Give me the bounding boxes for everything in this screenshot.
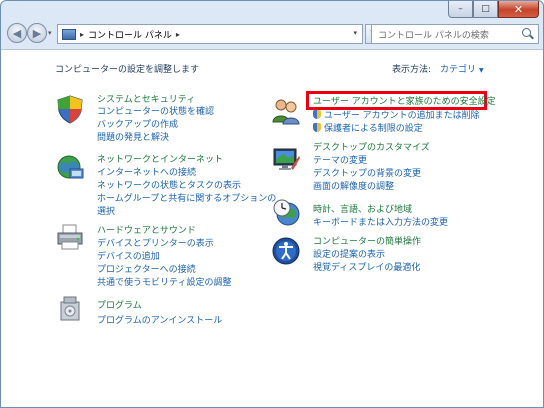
maximize-button[interactable]: □ (473, 1, 498, 18)
category-ease-of-access[interactable]: コンピューターの簡単操作 (313, 234, 421, 247)
monitor-icon[interactable] (271, 144, 301, 174)
search-icon[interactable] (521, 27, 535, 41)
category-clock-language-region[interactable]: 時計、言語、および地域 (313, 202, 412, 215)
arrow-right-icon: ▶ (32, 26, 42, 40)
uac-shield-icon (313, 110, 321, 119)
control-panel-icon (62, 28, 76, 40)
category-hardware-sound[interactable]: ハードウェアとサウンド (97, 223, 196, 236)
breadcrumb-separator-trailing[interactable]: ▸ (176, 30, 180, 39)
link-add-remove-accounts[interactable]: ユーザー アカウントの追加または削除 (313, 108, 480, 121)
link-optimize-display[interactable]: 視覚ディスプレイの最適化 (313, 260, 420, 273)
link-parental-controls[interactable]: 保護者による制限の設定 (313, 121, 423, 134)
view-by-dropdown[interactable]: カテゴリ ▼ (440, 62, 484, 75)
link-network-status[interactable]: ネットワークの状態とタスクの表示 (97, 178, 241, 191)
link-change-background[interactable]: デスクトップの背景の変更 (313, 166, 421, 179)
forward-button[interactable]: ▶ (27, 23, 47, 43)
page-heading: コンピューターの設定を調整します (55, 65, 200, 75)
category-network-internet[interactable]: ネットワークとインターネット (97, 152, 223, 165)
link-keyboard-input[interactable]: キーボードまたは入力方法の変更 (313, 215, 448, 228)
address-dropdown[interactable]: ▾ (353, 29, 357, 37)
link-homegroup-options-cont[interactable]: 選択 (97, 204, 115, 217)
link-devices-printers[interactable]: デバイスとプリンターの表示 (97, 236, 214, 249)
view-by-label: 表示方法: (392, 65, 432, 75)
category-programs[interactable]: プログラム (97, 298, 142, 311)
close-button[interactable]: ✕ (498, 1, 539, 18)
chevron-down-icon: ▼ (479, 67, 484, 74)
link-connect-internet[interactable]: インターネットへの接続 (97, 165, 196, 178)
search-input[interactable]: コントロール パネルの検索 (378, 28, 521, 41)
caption-buttons: – □ ✕ (448, 1, 539, 19)
link-add-device[interactable]: デバイスの追加 (97, 249, 160, 262)
link-connect-projector[interactable]: プロジェクターへの接続 (97, 262, 196, 275)
programs-box-icon[interactable] (55, 294, 85, 324)
globe-network-icon[interactable] (55, 153, 85, 183)
control-panel-window: – □ ✕ ◀ ▶ ▾ ▸ コントロール パネル ▸ ▾ ↻ コントロール パネ… (0, 0, 544, 408)
arrow-left-icon: ◀ (12, 26, 22, 40)
link-find-fix-problems[interactable]: 問題の発見と解決 (97, 130, 169, 143)
link-mobility-settings[interactable]: 共通で使うモビリティ設定の調整 (97, 275, 231, 288)
link-check-computer-status[interactable]: コンピューターの状態を確認 (97, 104, 214, 117)
minimize-button[interactable]: – (448, 1, 473, 18)
category-desktop-customize[interactable]: デスクトップのカスタマイズ (313, 140, 430, 153)
link-change-theme[interactable]: テーマの変更 (313, 153, 367, 166)
search-box[interactable]: コントロール パネルの検索 (371, 24, 539, 44)
address-bar[interactable]: ▸ コントロール パネル ▸ ▾ (57, 24, 363, 44)
users-icon[interactable] (271, 96, 301, 126)
uac-shield-icon (313, 123, 321, 132)
content-area: コンピューターの設定を調整します 表示方法: カテゴリ ▼ システムとセキュリティ… (1, 49, 543, 407)
printer-icon[interactable] (55, 222, 85, 252)
link-screen-resolution[interactable]: 画面の解像度の調整 (313, 179, 394, 192)
link-backup[interactable]: バックアップの作成 (97, 117, 178, 130)
ease-of-access-icon[interactable] (271, 236, 301, 266)
breadcrumb-separator[interactable]: ▸ (80, 30, 84, 39)
link-suggest-settings[interactable]: 設定の提案の表示 (313, 247, 385, 260)
breadcrumb-control-panel[interactable]: コントロール パネル (88, 28, 172, 41)
recent-pages-dropdown[interactable]: ▾ (48, 29, 52, 37)
back-button[interactable]: ◀ (7, 23, 27, 43)
link-uninstall-program[interactable]: プログラムのアンインストール (97, 313, 222, 326)
clock-globe-icon[interactable] (271, 197, 301, 227)
address-row: ◀ ▶ ▾ ▸ コントロール パネル ▸ ▾ ↻ コントロール パネルの検索 (1, 21, 543, 47)
category-user-accounts[interactable]: ユーザー アカウントと家族のための安全設定 (313, 94, 496, 107)
shield-icon[interactable] (55, 94, 85, 124)
link-homegroup-options[interactable]: ホームグループと共有に関するオプションの (97, 191, 276, 204)
